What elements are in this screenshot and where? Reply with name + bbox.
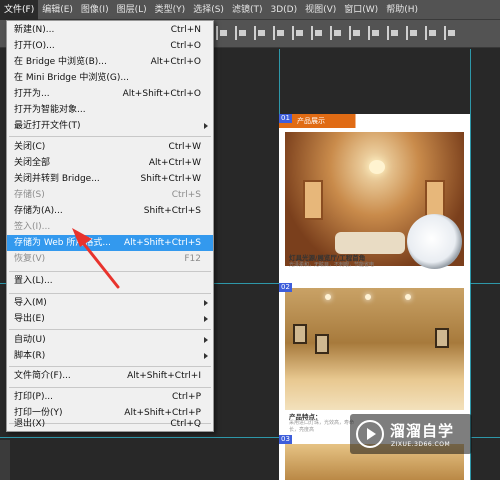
align-right-icon[interactable] [311, 26, 323, 40]
menu-separator [9, 293, 211, 294]
menu-image[interactable]: 图像(I) [77, 0, 113, 20]
window [303, 180, 323, 220]
submenu-arrow-icon [204, 353, 208, 359]
menu-view[interactable]: 视图(V) [301, 0, 340, 20]
menu-item-close-all[interactable]: 关闭全部 Alt+Ctrl+W [7, 155, 213, 171]
slice-tag[interactable]: 02 [279, 283, 292, 292]
auto-align-icon[interactable] [444, 26, 456, 40]
menu-window[interactable]: 窗口(W) [340, 0, 382, 20]
downlight-product [407, 214, 462, 269]
submenu-arrow-icon [204, 316, 208, 322]
distribute-top-icon[interactable] [330, 26, 342, 40]
menu-item-place[interactable]: 置入(L)... [7, 273, 213, 289]
menu-item-export[interactable]: 导出(E) [7, 311, 213, 327]
play-logo-icon [356, 420, 384, 448]
menu-separator [9, 329, 211, 330]
file-menu-dropdown: 新建(N)... Ctrl+N 打开(O)... Ctrl+O 在 Bridge 中… [6, 20, 214, 432]
menu-item-file-info[interactable]: 文件简介(F)... Alt+Shift+Ctrl+I [7, 368, 213, 384]
menu-file[interactable]: 文件(F) [0, 0, 39, 20]
menu-separator [9, 387, 211, 388]
band-text: 产品展示 [297, 117, 325, 125]
menu-layer[interactable]: 图层(L) [113, 0, 151, 20]
menu-item-browse-mini-bridge[interactable]: 在 Mini Bridge 中浏览(G)... [7, 70, 213, 86]
wall-frame [315, 334, 329, 354]
watermark-url: ZIXUE.3D66.COM [391, 441, 451, 448]
sofa [335, 232, 405, 254]
header-band: 产品展示 [279, 114, 470, 128]
slice-tag[interactable]: 01 [279, 114, 292, 123]
menu-item-open-smart-object[interactable]: 打开为智能对象... [7, 102, 213, 118]
distribute-bottom-icon[interactable] [368, 26, 380, 40]
menu-3d[interactable]: 3D(D) [266, 0, 301, 20]
align-left-icon[interactable] [273, 26, 285, 40]
distribute-left-icon[interactable] [387, 26, 399, 40]
menu-item-import[interactable]: 导入(M) [7, 295, 213, 311]
menu-item-automate[interactable]: 自动(U) [7, 332, 213, 348]
distribute-right-icon[interactable] [425, 26, 437, 40]
slice-tag[interactable]: 03 [279, 435, 292, 444]
menu-item-check-in[interactable]: 签入(I)... [7, 219, 213, 235]
menu-item-print[interactable]: 打印(P)... Ctrl+P [7, 389, 213, 405]
wall-frame [293, 324, 307, 344]
menu-item-save-for-web[interactable]: 存储为 Web 所用格式... Alt+Shift+Ctrl+S [7, 235, 213, 251]
menu-filter[interactable]: 滤镜(T) [228, 0, 267, 20]
align-hcenter-icon[interactable] [292, 26, 304, 40]
align-top-icon[interactable] [216, 26, 228, 40]
align-buttons [216, 26, 456, 40]
menu-separator [9, 366, 211, 367]
hallway-photo [285, 288, 464, 410]
align-vcenter-icon[interactable] [235, 26, 247, 40]
menu-select[interactable]: 选择(S) [189, 0, 228, 20]
menu-item-open[interactable]: 打开(O)... Ctrl+O [7, 38, 213, 54]
menu-item-close[interactable]: 关闭(C) Ctrl+W [7, 139, 213, 155]
product-caption: 灯具光源/展览厅/工程首角 [289, 254, 366, 262]
menu-item-revert[interactable]: 恢复(V) F12 [7, 251, 213, 267]
menu-separator [9, 136, 211, 137]
menu-item-exit[interactable]: 退出(X) Ctrl+Q [7, 416, 213, 432]
ceiling-light [365, 294, 371, 300]
chandelier [369, 160, 385, 174]
submenu-arrow-icon [204, 300, 208, 306]
ceiling-light [325, 294, 331, 300]
menu-item-browse-bridge[interactable]: 在 Bridge 中浏览(B)... Alt+Ctrl+O [7, 54, 213, 70]
menu-item-recent-files[interactable]: 最近打开文件(T) [7, 118, 213, 134]
submenu-arrow-icon [204, 123, 208, 129]
menu-separator [9, 271, 211, 272]
watermark: 溜溜自学 ZIXUE.3D66.COM [350, 414, 472, 454]
product-caption-sub: 光泽柔和，无眩目，不刺眼，节能省电 [289, 262, 375, 268]
watermark-title: 溜溜自学 [390, 422, 455, 440]
menu-bar: 文件(F) 编辑(E) 图像(I) 图层(L) 类型(Y) 选择(S) 滤镜(T… [0, 0, 500, 20]
menu-item-open-as[interactable]: 打开为... Alt+Shift+Ctrl+O [7, 86, 213, 102]
menu-item-save-as[interactable]: 存储为(A)... Shift+Ctrl+S [7, 203, 213, 219]
align-bottom-icon[interactable] [254, 26, 266, 40]
features-text: 采用进口灯珠，光效高，寿命长，亮度高 [289, 420, 355, 433]
distribute-vcenter-icon[interactable] [349, 26, 361, 40]
ceiling-light [405, 294, 411, 300]
menu-item-new[interactable]: 新建(N)... Ctrl+N [7, 22, 213, 38]
menu-item-close-go-bridge[interactable]: 关闭并转到 Bridge... Shift+Ctrl+W [7, 171, 213, 187]
submenu-arrow-icon [204, 337, 208, 343]
menu-type[interactable]: 类型(Y) [151, 0, 190, 20]
menu-edit[interactable]: 编辑(E) [38, 0, 77, 20]
menu-help[interactable]: 帮助(H) [382, 0, 422, 20]
menu-item-scripts[interactable]: 脚本(R) [7, 348, 213, 364]
distribute-hcenter-icon[interactable] [406, 26, 418, 40]
menu-item-save[interactable]: 存储(S) Ctrl+S [7, 187, 213, 203]
ruler [0, 440, 10, 480]
wall-frame [435, 328, 449, 348]
